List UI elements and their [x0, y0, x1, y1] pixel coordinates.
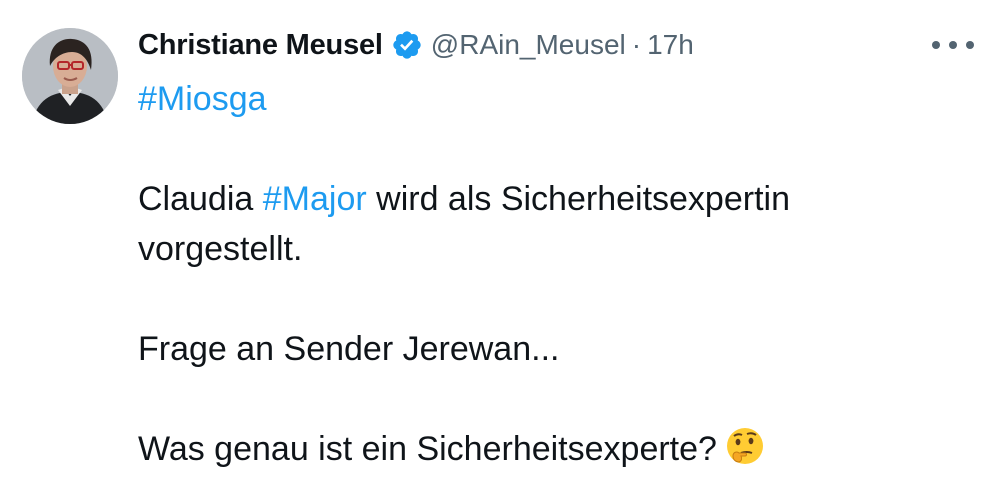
author-handle[interactable]: @RAin_Meusel — [431, 29, 626, 61]
header-separator: · — [631, 29, 642, 60]
tweet-text-segment: wird als Sicherheitsexpertin — [366, 180, 790, 218]
tweet-timestamp[interactable]: 17h — [647, 29, 694, 61]
thinking-face-icon — [725, 426, 765, 466]
tweet-text-segment: Was genau ist ein Sicherheitsexperte? — [138, 430, 717, 468]
author-name[interactable]: Christiane Meusel — [138, 29, 383, 62]
tweet-line: Was genau ist ein Sicherheitsexperte? — [138, 424, 978, 474]
hashtag-link[interactable]: #Major — [263, 180, 367, 218]
author-avatar[interactable] — [22, 28, 118, 124]
tweet-text: #Miosga Claudia #Major wird als Sicherhe… — [138, 74, 978, 474]
more-dot — [966, 41, 974, 49]
tweet[interactable]: Christiane Meusel @RAin_Meusel · 17h #Mi… — [0, 0, 1000, 484]
more-options-icon[interactable] — [930, 30, 976, 60]
tweet-text-segment: vorgestellt. — [138, 230, 303, 268]
tweet-text-segment: Frage an Sender Jerewan... — [138, 330, 560, 368]
more-dot — [949, 41, 957, 49]
hashtag-link[interactable]: #Miosga — [138, 80, 267, 118]
profile-photo-icon — [22, 28, 118, 124]
verified-badge-icon[interactable] — [391, 29, 423, 61]
tweet-header: Christiane Meusel @RAin_Meusel · 17h — [138, 22, 694, 68]
tweet-line: #Miosga — [138, 74, 978, 124]
tweet-text-segment: Claudia — [138, 180, 263, 218]
tweet-line: vorgestellt. — [138, 224, 978, 274]
more-dot — [932, 41, 940, 49]
tweet-line: Claudia #Major wird als Sicherheitsexper… — [138, 174, 978, 224]
tweet-line: Frage an Sender Jerewan... — [138, 324, 978, 374]
